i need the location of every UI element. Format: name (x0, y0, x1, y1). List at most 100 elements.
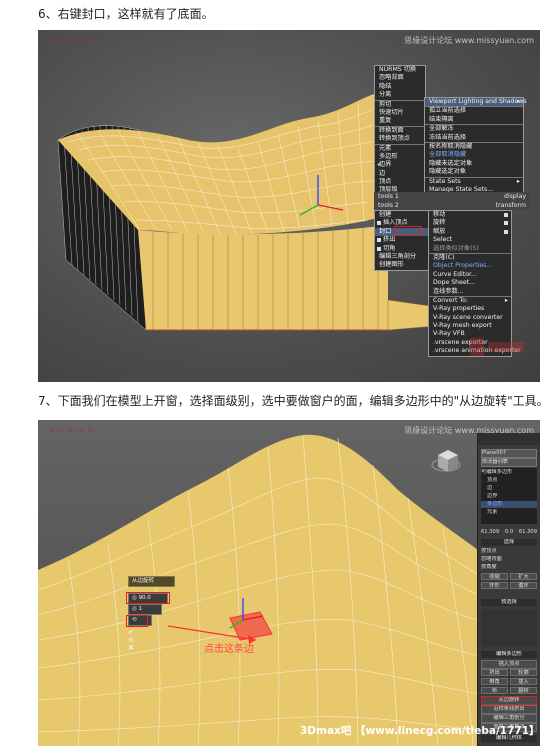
object-name-field[interactable]: Plane007 (481, 449, 537, 458)
bevel-button[interactable]: 倒角 (481, 678, 508, 685)
step-6-text: 6、右键封口，这样就有了底面。 (38, 7, 214, 21)
annotation-click-edge: 点击这条边 (204, 644, 254, 655)
highlight-box-cap (394, 226, 422, 236)
menu-vray-mesh-export[interactable]: V-Ray mesh export (429, 322, 511, 330)
submenu-arrow-icon: ▸ (516, 177, 520, 185)
hinge-from-edge-button[interactable]: 从边旋转 (481, 696, 537, 705)
menu-viewport-lighting[interactable]: Viewport Lighting and Shadows ▸ (425, 98, 527, 107)
outline-button[interactable]: 轮廓 (510, 669, 537, 676)
by-angle-checkbox[interactable]: 按角度 (481, 564, 537, 571)
menu-state-sets[interactable]: State Sets ▸ (425, 176, 523, 186)
settings-box-icon (377, 246, 381, 251)
menu-select-similar[interactable]: 选择类似对象(S) (429, 245, 511, 253)
menu-unhide-by-name[interactable]: 按名称取消隐藏 (425, 141, 523, 151)
settings-box-icon (377, 238, 381, 243)
menu-edge[interactable]: 边 (375, 170, 425, 178)
menu-select[interactable]: Select (429, 236, 511, 244)
menu-unhide-all[interactable]: 全部取消隐藏 (425, 151, 523, 159)
viewport-screenshot-hinge: ★ ★ ★ ★ ★ 思缘设计论坛 www.missyuan.com 从边旋转 ◎… (38, 420, 540, 746)
menu-convert-to-vertex[interactable]: 转换到顶点 (375, 135, 425, 143)
viewport-screenshot-cap: ★ ★ ★ ★ ★ 思缘设计论坛 www.missyuan.com NURMS … (38, 30, 540, 382)
ring-loop-row: 环形 循环 (481, 582, 537, 589)
ignore-backface-checkbox[interactable]: 忽略背面 (481, 556, 537, 563)
section-selection[interactable]: 选择 (481, 539, 537, 546)
bridge-button[interactable]: 桥 (481, 687, 508, 694)
caddy-ok-apply-cancel[interactable]: ✔ ⊕ ✖ (128, 628, 134, 652)
viewcube-icon[interactable] (431, 450, 461, 472)
stack-item-polygon[interactable]: 多边形 (481, 501, 537, 508)
menu-chamfer[interactable]: 切角 (375, 245, 429, 253)
menu-cut[interactable]: 剪切 (375, 99, 425, 109)
highlight-angle (126, 592, 170, 604)
shrink-button[interactable]: 收缩 (481, 573, 508, 580)
command-panel-tabs[interactable] (478, 433, 540, 445)
menu-convert-to-face[interactable]: 转换到面 (375, 125, 425, 135)
menu-wire-parameters[interactable]: 连线参数... (429, 288, 511, 296)
menu-scale[interactable]: 缩放 (429, 228, 511, 236)
checkmark-icon: ✔ (377, 161, 383, 169)
by-vertex-checkbox[interactable]: 按顶点 (481, 548, 537, 555)
dimension-readout: 61.309 0.0 61.309 (481, 529, 537, 535)
caddy-title: 从边旋转 (128, 576, 175, 587)
terrain-surface (38, 434, 478, 746)
menu-clone[interactable]: 克隆(C) (429, 252, 511, 262)
bridge-flip-row: 桥 翻转 (481, 687, 537, 694)
flip-button[interactable]: 翻转 (510, 687, 537, 694)
section-edit-polygons[interactable]: 编辑多边形 (481, 651, 537, 658)
bottom-watermark: 3Dmax吧 【www.linecg.com/tieba/1771】 (300, 725, 540, 737)
settings-box-icon (504, 229, 508, 234)
caddy-segments-field[interactable]: ◎ 1 (128, 604, 162, 615)
bevel-inset-row: 倒角 插入 (481, 678, 537, 685)
stack-item-edit-poly[interactable]: 可编辑多边形 (481, 469, 537, 476)
menu-curve-editor[interactable]: Curve Editor... (429, 271, 511, 279)
soft-selection-body (481, 609, 537, 647)
section-soft-selection[interactable]: 软选择 (481, 599, 537, 606)
loop-button[interactable]: 循环 (510, 582, 537, 589)
modifier-list-dropdown[interactable]: 修改器列表 (481, 458, 537, 467)
shrink-grow-row: 收缩 扩大 (481, 573, 537, 580)
menu-end-isolate[interactable]: 结束隔离 (425, 116, 523, 124)
ring-button[interactable]: 环形 (481, 582, 508, 589)
menu-unfreeze-all[interactable]: 全部解冻 (425, 124, 523, 133)
menu-freeze-selection[interactable]: 冻结当前选择 (425, 134, 523, 142)
edit-triangulation-button[interactable]: 编辑三角剖分 (481, 714, 537, 723)
menu-hide-unused[interactable]: 隐结 (375, 83, 425, 91)
quad-header-upper: tools 1 display (374, 192, 530, 201)
menu-create-shape[interactable]: 创建图形 (375, 261, 429, 269)
stack-item-element[interactable]: 元素 (481, 509, 537, 516)
quad-lower-left: 创建 插入顶点 封口 挤出 切角 编辑三角剖分 创建图形 (374, 210, 430, 271)
menu-vray-scene-converter[interactable]: V-Ray scene converter (429, 314, 511, 322)
menu-ignore-backface[interactable]: 忽略背面 (375, 74, 425, 82)
menu-repeat[interactable]: 重复 (375, 117, 425, 125)
grow-button[interactable]: 扩大 (510, 573, 537, 580)
insert-vertex-button[interactable]: 插入顶点 (481, 660, 537, 669)
submenu-arrow-icon: ▸ (516, 98, 520, 105)
stack-item-vertex[interactable]: 顶点 (481, 477, 537, 484)
menu-hide-unselected[interactable]: 隐藏未选定对象 (425, 160, 523, 168)
extrude-button[interactable]: 挤出 (481, 669, 508, 676)
menu-element[interactable]: 元素 (375, 143, 425, 153)
command-panel: Plane007 修改器列表 可编辑多边形 顶点 边 边界 多边形 元素 61.… (477, 433, 540, 746)
stack-item-border[interactable]: 边界 (481, 493, 537, 500)
menu-extrude[interactable]: 挤出 (375, 236, 429, 244)
settings-box-icon (377, 221, 381, 226)
quad-upper-right: Viewport Lighting and Shadows ▸ 孤立当前选择 结束… (424, 97, 527, 196)
menu-isolate-selection[interactable]: 孤立当前选择 (425, 106, 523, 115)
menu-detach[interactable]: 分离 (375, 91, 425, 99)
quad-upper-left: NURMS 切换 忽略背面 隐结 分离 剪切 快速切片 重复 转换到面 转换到顶… (374, 65, 426, 196)
menu-border[interactable]: ✔ 边界 (375, 161, 425, 169)
menu-vray-properties[interactable]: V-Ray properties (429, 305, 511, 313)
quad-header-lower: tools 2 transform (374, 201, 530, 210)
menu-dope-sheet[interactable]: Dope Sheet... (429, 279, 511, 287)
menu-rotate[interactable]: 旋转 (429, 219, 511, 227)
highlight-pick (126, 615, 148, 627)
menu-hide-selected[interactable]: 隐藏选定对象 (425, 168, 523, 176)
menu-object-properties[interactable]: Object Properties... (429, 262, 511, 270)
submenu-arrow-icon: ▸ (504, 296, 508, 304)
menu-convert-to[interactable]: Convert To: ▸ (429, 295, 511, 305)
inset-button[interactable]: 插入 (510, 678, 537, 685)
extrude-outline-row: 挤出 轮廓 (481, 669, 537, 676)
extrude-along-spline-button[interactable]: 沿样条线挤出 (481, 705, 537, 714)
stack-item-edge[interactable]: 边 (481, 485, 537, 492)
step-7-text: 7、下面我们在模型上开窗，选择面级别，选中要做窗户的面，编辑多边形中的"从边旋转… (38, 394, 549, 408)
